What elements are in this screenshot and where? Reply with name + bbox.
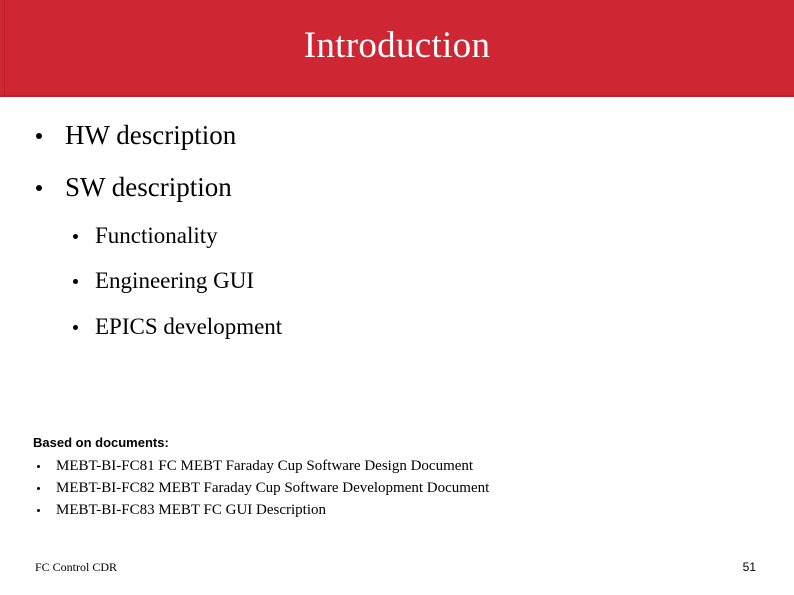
documents-heading: Based on documents: [33,435,169,450]
presentation-slide: Introduction HW description SW descripti… [0,0,794,595]
footer-text: FC Control CDR [35,560,118,574]
subbullet-engineering-gui: Engineering GUI [73,267,733,297]
bullet-marker-icon [73,234,78,239]
bullet-label: HW description [65,120,237,150]
bullet-marker-icon [37,509,40,512]
document-label: MEBT-BI-FC82 MEBT Faraday Cup Software D… [56,480,490,496]
subbullet-label: EPICS development [95,314,283,339]
subbullet-epics-development: EPICS development [73,313,733,343]
document-item: MEBT-BI-FC83 MEBT FC GUI Description [33,501,753,523]
bullet-sw-description: SW description [36,171,736,205]
bullet-marker-icon [36,185,42,191]
document-label: MEBT-BI-FC83 MEBT FC GUI Description [56,502,327,518]
bullet-marker-icon [37,487,40,490]
bullet-marker-icon [73,325,78,330]
slide-page-number: 51 [742,560,756,574]
bullet-marker-icon [36,133,42,139]
document-item: MEBT-BI-FC82 MEBT Faraday Cup Software D… [33,479,753,501]
subbullet-label: Functionality [95,223,218,248]
bullet-label: SW description [65,172,232,202]
document-item: MEBT-BI-FC81 FC MEBT Faraday Cup Softwar… [33,457,753,479]
subbullet-label: Engineering GUI [95,268,255,293]
bullet-hw-description: HW description [36,119,736,153]
subbullet-functionality: Functionality [73,222,733,252]
bullet-marker-icon [73,279,78,284]
bullet-marker-icon [37,465,40,468]
document-label: MEBT-BI-FC81 FC MEBT Faraday Cup Softwar… [56,458,474,474]
slide-title: Introduction [303,25,491,66]
